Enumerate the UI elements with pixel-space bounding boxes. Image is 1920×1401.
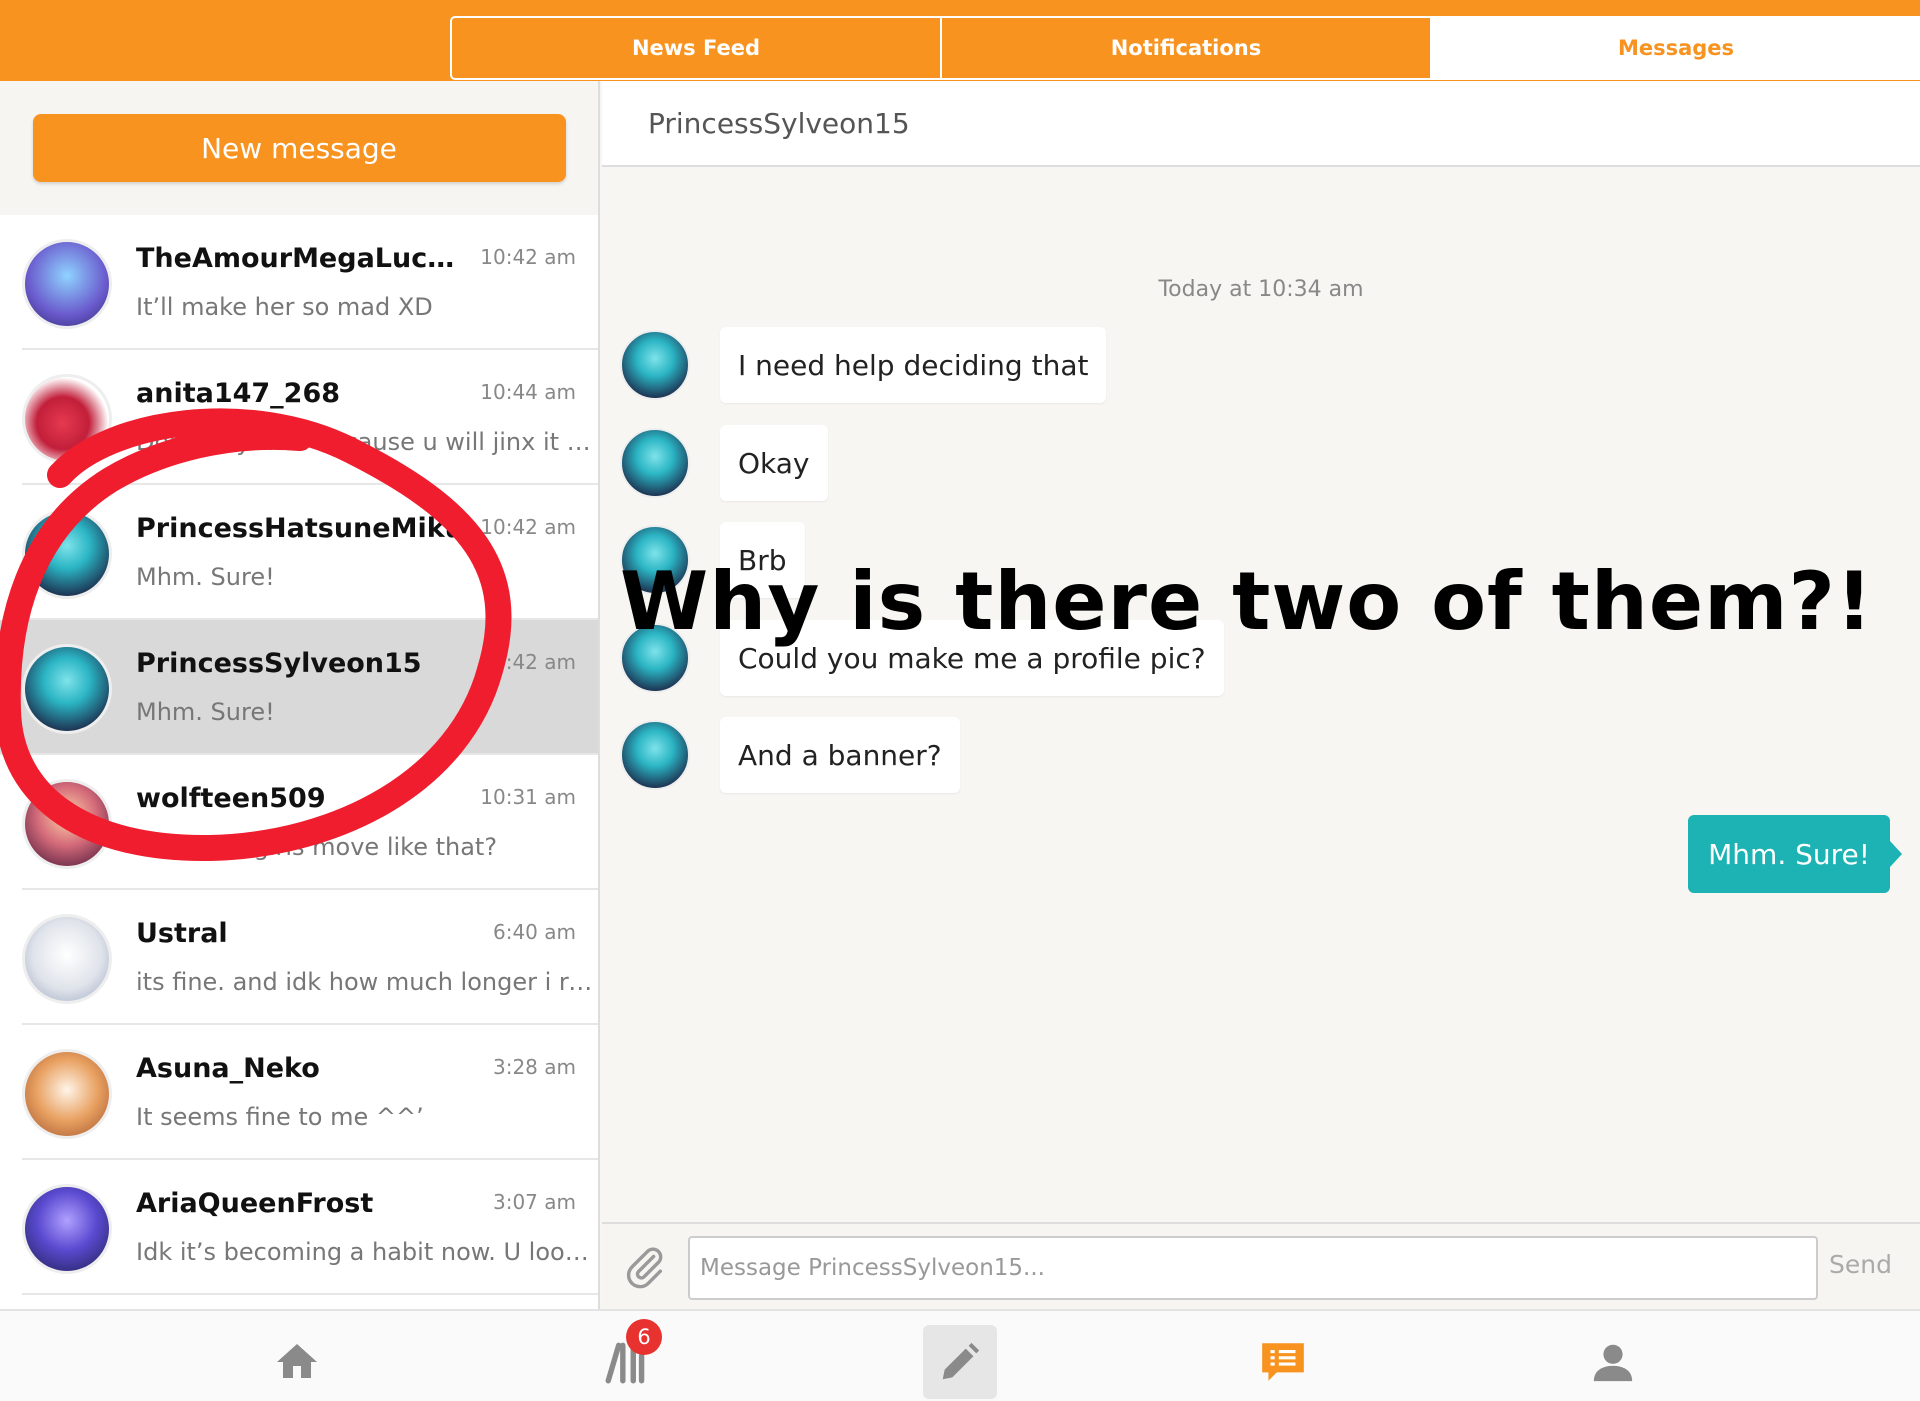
conversation-item[interactable]: Ustral its fine. and idk how much longer… [22,890,598,1025]
home-icon [277,1344,317,1378]
conversation-name: AriaQueenFrost [136,1188,374,1219]
conversation-item[interactable]: TheAmourMegaLucario It’ll make her so ma… [22,215,598,350]
conversation-name: wolfteen509 [136,783,326,814]
bottom-nav: 6 [0,1309,1920,1401]
message-composer: Send [602,1222,1920,1309]
chat-title: PrincessSylveon15 [648,106,910,140]
avatar [620,428,690,498]
avatar [620,720,690,790]
message-bubble: I need help deciding that [720,327,1107,403]
notification-badge: 6 [626,1319,662,1355]
conversation-time: 3:07 am [492,1190,576,1214]
conversation-item[interactable]: wolfteen509 ...how do girls move like th… [22,755,598,890]
conversation-preview: Idk it’s becoming a habit now. U look gr… [136,1238,596,1266]
conversation-preview: ...how do girls move like that? [136,833,498,861]
chat-header: PrincessSylveon15 [602,81,1920,167]
conversation-item[interactable]: AriaQueenFrost Idk it’s becoming a habit… [22,1160,598,1295]
avatar [22,1049,112,1139]
conversation-time: 10:42 am [480,650,576,674]
message-incoming: I need help deciding that [620,327,1107,403]
nav-write[interactable] [923,1325,997,1399]
nav-messages[interactable] [1246,1325,1320,1399]
avatar [22,509,112,599]
avatar [22,374,112,464]
message-incoming: And a banner? [620,717,960,793]
conversation-preview: Mhm. Sure! [136,698,275,726]
tab-news-feed[interactable]: News Feed [452,18,942,78]
new-message-button[interactable]: New message [32,114,566,182]
avatar [620,330,690,400]
conversation-time: 10:42 am [480,245,576,269]
message-bubble: Okay [720,425,828,501]
top-bar: News Feed Notifications Messages [0,0,1920,81]
conversation-time: 10:42 am [480,515,576,539]
conversation-time: 3:28 am [492,1055,576,1079]
conversation-time: 6:40 am [492,920,576,944]
avatar [22,779,112,869]
conversation-name: TheAmourMegaLucario [136,243,466,274]
conversation-time: 10:44 am [480,380,576,404]
message-bubble: And a banner? [720,717,960,793]
conversation-time: 10:31 am [480,785,576,809]
overlay-caption: Why is there two of them?! [620,555,1874,648]
conversation-name: PrincessSylveon15 [136,648,422,679]
attachment-icon[interactable] [622,1244,668,1290]
profile-icon [1593,1344,1633,1382]
conversation-name: anita147_268 [136,378,341,409]
message-input[interactable] [688,1236,1818,1300]
day-stamp: Today at 10:34 am [1158,277,1364,302]
message-thread: Today at 10:34 am I need help deciding t… [602,167,1920,1222]
nav-library[interactable]: 6 [590,1319,664,1399]
tab-bar: News Feed Notifications Messages [450,16,1920,80]
conversation-name: Asuna_Neko [136,1053,320,1084]
conversation-item-selected[interactable]: PrincessSylveon15 Mhm. Sure! 10:42 am [0,620,598,755]
avatar [22,644,112,734]
conversation-name: Ustral [136,918,228,949]
chat-icon [1262,1343,1304,1381]
nav-home[interactable] [260,1325,334,1399]
avatar [22,914,112,1004]
conversation-item[interactable]: Asuna_Neko It seems fine to me ^^’ 3:28 … [22,1025,598,1160]
send-button[interactable]: Send [1829,1250,1892,1279]
nav-profile[interactable] [1576,1325,1650,1399]
message-incoming: Okay [620,425,828,501]
message-outgoing: Mhm. Sure! [1688,815,1902,893]
conversation-preview: It seems fine to me ^^’ [136,1103,424,1131]
conversation-preview: It’ll make her so mad XD [136,293,433,321]
avatar [22,1184,112,1274]
conversation-sidebar: New message TheAmourMegaLucario It’ll ma… [0,81,600,1309]
conversation-preview: Don’t say that because u will jinx it xD [136,428,596,456]
new-message-area: New message [0,81,598,215]
conversation-preview: Mhm. Sure! [136,563,275,591]
tab-notifications[interactable]: Notifications [942,18,1432,78]
avatar [22,239,112,329]
conversation-preview: its fine. and idk how much longer i real… [136,968,596,996]
conversation-item[interactable]: anita147_268 Don’t say that because u wi… [22,350,598,485]
conversation-name: PrincessHatsuneMiku [136,513,464,544]
conversation-item[interactable]: PrincessHatsuneMiku Mhm. Sure! 10:42 am [22,485,598,620]
tab-messages[interactable]: Messages [1432,18,1920,78]
pencil-icon [942,1342,980,1380]
